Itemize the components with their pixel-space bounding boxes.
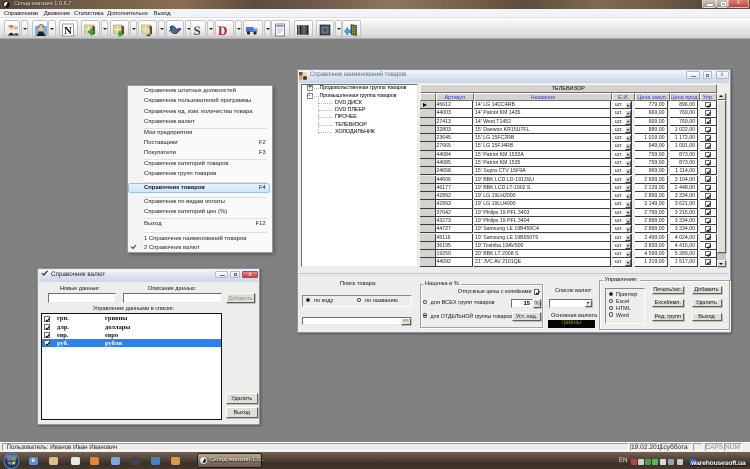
svg-text:D: D [218, 23, 227, 37]
svg-text:S: S [194, 23, 201, 37]
svg-text:N: N [64, 25, 72, 37]
